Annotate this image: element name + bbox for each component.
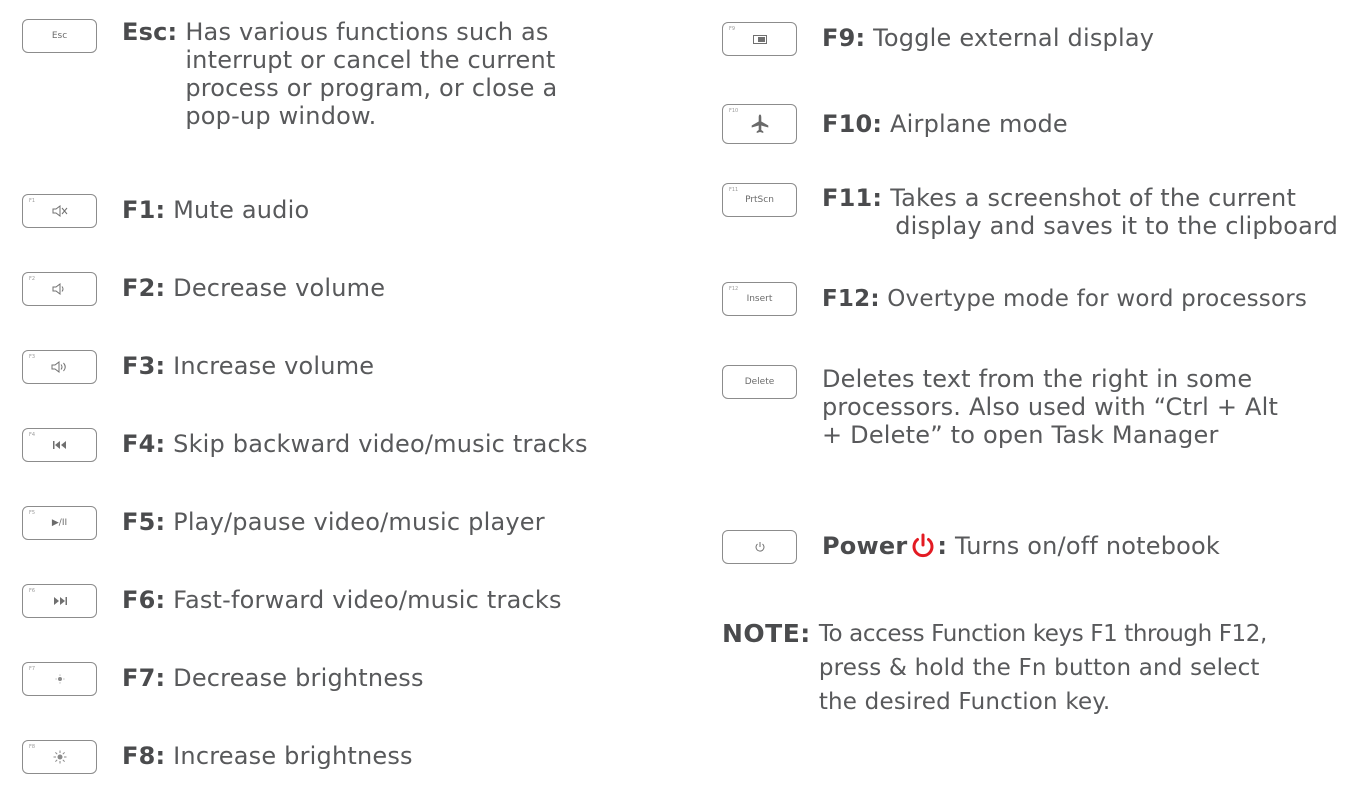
f11-line-1: Takes a screenshot of the current xyxy=(890,184,1297,212)
f11-label: F11: xyxy=(822,184,883,212)
key-f9-fn: F9 xyxy=(729,26,736,32)
f10-label: F10: xyxy=(822,110,883,138)
key-f9: F9 xyxy=(722,22,797,56)
f12-label: F12: xyxy=(822,286,880,312)
f10-text: Airplane mode xyxy=(890,110,1068,138)
delete-line-1: Deletes text from the right in some xyxy=(822,365,1253,393)
key-f2: F2 xyxy=(22,272,97,306)
power-key-icon xyxy=(754,541,766,553)
f1-label: F1: xyxy=(122,196,166,224)
fast-forward-icon xyxy=(53,597,67,605)
power-icon xyxy=(910,533,936,565)
f2-text: Decrease volume xyxy=(173,274,386,302)
key-f4-fn: F4 xyxy=(29,432,36,438)
power-description: Power: Turns on/off notebook xyxy=(822,532,1220,565)
f7-text: Decrease brightness xyxy=(173,664,424,692)
key-f7-fn: F7 xyxy=(29,666,36,672)
key-f10: F10 xyxy=(722,104,797,144)
key-esc: Esc xyxy=(22,19,97,53)
f3-text: Increase volume xyxy=(173,352,375,380)
f2-description: F2: Decrease volume xyxy=(122,274,385,302)
note-line-2: press & hold the Fn button and select xyxy=(818,655,1260,681)
key-f7: F7 xyxy=(22,662,97,696)
f8-label: F8: xyxy=(122,742,166,770)
key-f12-cap: Insert xyxy=(746,294,773,304)
f3-description: F3: Increase volume xyxy=(122,352,374,380)
f9-text: Toggle external display xyxy=(873,24,1155,52)
key-f12: F12 Insert xyxy=(722,282,797,316)
key-f1: F1 xyxy=(22,194,97,228)
note-line-3: the desired Function key. xyxy=(818,689,1111,715)
mute-icon xyxy=(52,205,68,217)
f11-line-2: display and saves it to the clipboard xyxy=(895,212,1339,240)
esc-line-1: Has various functions such as xyxy=(185,18,549,46)
key-f4: F4 xyxy=(22,428,97,462)
key-f11: F11 PrtScn xyxy=(722,183,797,217)
key-f6: F6 xyxy=(22,584,97,618)
power-label: Power xyxy=(822,532,908,560)
esc-line-3: process or program, or close a xyxy=(185,74,558,102)
key-f12-fn: F12 xyxy=(729,286,739,292)
key-f8: F8 xyxy=(22,740,97,774)
key-f3: F3 xyxy=(22,350,97,384)
note-label: NOTE: xyxy=(722,619,811,648)
key-f5-fn: F5 xyxy=(29,510,36,516)
f11-description: F11: Takes a screenshot of the current d… xyxy=(822,184,1338,240)
f9-label: F9: xyxy=(822,24,866,52)
key-f5: F5 ▶/II xyxy=(22,506,97,540)
brightness-up-icon xyxy=(53,750,67,764)
power-colon: : xyxy=(937,532,948,560)
note-line-1: To access Function keys F1 through F12, xyxy=(818,621,1268,647)
f3-label: F3: xyxy=(122,352,166,380)
delete-line-2: processors. Also used with “Ctrl + Alt xyxy=(822,393,1279,421)
esc-label: Esc: xyxy=(122,18,178,46)
key-power xyxy=(722,530,797,564)
f8-description: F8: Increase brightness xyxy=(122,742,413,770)
f8-text: Increase brightness xyxy=(173,742,413,770)
f4-description: F4: Skip backward video/music tracks xyxy=(122,430,588,458)
note: NOTE: To access Function keys F1 through… xyxy=(722,620,1267,716)
brightness-down-icon xyxy=(55,674,65,684)
f1-text: Mute audio xyxy=(173,196,310,224)
f12-text: Overtype mode for word processors xyxy=(887,286,1308,312)
esc-line-2: interrupt or cancel the current xyxy=(185,46,556,74)
delete-description: Deletes text from the right in some proc… xyxy=(822,365,1278,449)
f9-description: F9: Toggle external display xyxy=(822,24,1154,52)
f4-text: Skip backward video/music tracks xyxy=(173,430,588,458)
key-delete: Delete xyxy=(722,365,797,399)
key-f11-fn: F11 xyxy=(729,187,739,193)
key-f2-fn: F2 xyxy=(29,276,36,282)
f6-text: Fast-forward video/music tracks xyxy=(173,586,562,614)
f6-label: F6: xyxy=(122,586,166,614)
f5-label: F5: xyxy=(122,508,166,536)
f7-label: F7: xyxy=(122,664,166,692)
f7-description: F7: Decrease brightness xyxy=(122,664,424,692)
esc-description: Esc: Has various functions such as inter… xyxy=(122,18,557,130)
external-display-icon xyxy=(752,34,767,44)
f12-description: F12: Overtype mode for word processors xyxy=(822,285,1307,313)
key-f1-fn: F1 xyxy=(29,198,36,204)
f5-text: Play/pause video/music player xyxy=(173,508,545,536)
f4-label: F4: xyxy=(122,430,166,458)
f10-description: F10: Airplane mode xyxy=(822,110,1068,138)
key-f10-fn: F10 xyxy=(729,108,739,114)
airplane-icon xyxy=(751,114,769,134)
play-pause-icon: ▶/II xyxy=(51,518,68,528)
key-f6-fn: F6 xyxy=(29,588,36,594)
key-f11-cap: PrtScn xyxy=(745,195,774,205)
volume-up-icon xyxy=(51,361,69,373)
f1-description: F1: Mute audio xyxy=(122,196,309,224)
skip-backward-icon xyxy=(52,441,67,449)
key-esc-cap: Esc xyxy=(51,31,68,41)
key-f3-fn: F3 xyxy=(29,354,36,360)
delete-line-3: + Delete” to open Task Manager xyxy=(822,421,1219,449)
f5-description: F5: Play/pause video/music player xyxy=(122,508,545,536)
f2-label: F2: xyxy=(122,274,166,302)
power-text: Turns on/off notebook xyxy=(955,532,1221,560)
esc-line-4: pop-up window. xyxy=(185,102,377,130)
volume-down-icon xyxy=(52,283,68,295)
key-delete-cap: Delete xyxy=(744,377,775,387)
key-f8-fn: F8 xyxy=(29,744,36,750)
f6-description: F6: Fast-forward video/music tracks xyxy=(122,586,562,614)
